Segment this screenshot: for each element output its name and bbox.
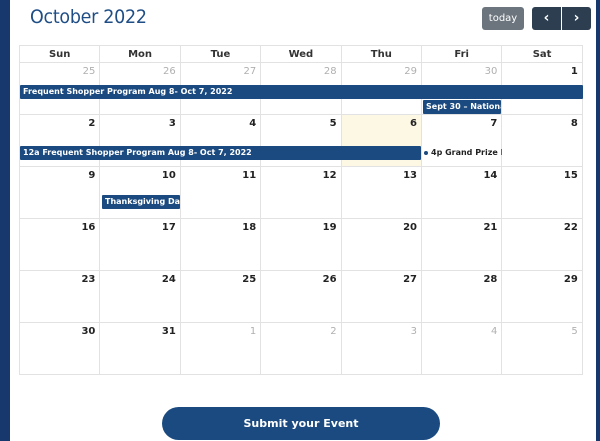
day-number[interactable]: 2 <box>330 326 336 337</box>
day-number[interactable]: 3 <box>169 118 176 129</box>
day-cell[interactable]: 2 <box>261 323 342 375</box>
day-number[interactable]: 21 <box>483 222 497 233</box>
day-cell[interactable]: 23 <box>20 271 101 323</box>
day-cell[interactable]: 30 <box>20 323 101 375</box>
day-cell[interactable]: 29 <box>502 271 583 323</box>
day-cell[interactable]: 12 <box>261 167 342 219</box>
day-number[interactable]: 25 <box>242 274 256 285</box>
day-number[interactable]: 15 <box>564 170 578 181</box>
day-cell[interactable]: 24 <box>100 271 181 323</box>
day-number[interactable]: 30 <box>485 66 498 77</box>
day-number[interactable]: 1 <box>571 66 578 77</box>
submit-event-button[interactable]: Submit your Event <box>162 407 440 440</box>
event-dot-icon <box>424 150 428 155</box>
weekday-header: Wed <box>261 46 342 63</box>
day-number[interactable]: 14 <box>483 170 497 181</box>
weekday-header: Mon <box>100 46 181 63</box>
day-cell[interactable]: 5 <box>502 323 583 375</box>
day-cell[interactable]: 28 <box>422 271 503 323</box>
chevron-right-icon: › <box>573 10 580 26</box>
day-cell[interactable]: 25 <box>180 271 262 323</box>
day-number[interactable]: 17 <box>162 222 176 233</box>
day-cell[interactable]: 20 <box>341 219 422 271</box>
day-number[interactable]: 19 <box>323 222 337 233</box>
day-number[interactable]: 10 <box>162 170 176 181</box>
weekday-header: Sat <box>502 46 583 63</box>
day-cell[interactable]: 27 <box>341 271 422 323</box>
day-cell[interactable]: 22 <box>502 219 583 271</box>
day-number[interactable]: 25 <box>83 66 96 77</box>
day-number[interactable]: 2 <box>88 118 95 129</box>
day-cell[interactable]: 4 <box>422 323 503 375</box>
day-cell[interactable]: 18 <box>180 219 262 271</box>
day-cell[interactable]: 17 <box>100 219 181 271</box>
day-number[interactable]: 6 <box>410 118 417 129</box>
day-number[interactable]: 18 <box>242 222 256 233</box>
day-number[interactable]: 27 <box>403 274 417 285</box>
weekday-header: Tue <box>180 46 262 63</box>
event-frequent-shopper-2[interactable]: 12a Frequent Shopper Program Aug 8- Oct … <box>20 146 421 160</box>
event-frequent-shopper[interactable]: Frequent Shopper Program Aug 8- Oct 7, 2… <box>20 85 583 99</box>
day-number[interactable]: 31 <box>162 326 176 337</box>
day-number[interactable]: 22 <box>564 222 578 233</box>
day-number[interactable]: 28 <box>324 66 337 77</box>
day-cell[interactable]: 14 <box>422 167 503 219</box>
day-number[interactable]: 27 <box>243 66 256 77</box>
day-cell[interactable]: 16 <box>20 219 101 271</box>
today-button[interactable]: today <box>482 7 524 30</box>
day-cell[interactable]: 21 <box>422 219 503 271</box>
day-number[interactable]: 29 <box>404 66 417 77</box>
day-number[interactable]: 5 <box>330 118 337 129</box>
day-cell[interactable]: 3 <box>341 323 422 375</box>
day-number[interactable]: 12 <box>323 170 337 181</box>
chevron-left-icon: ‹ <box>543 10 550 26</box>
day-number[interactable]: 3 <box>411 326 417 337</box>
day-number[interactable]: 4 <box>249 118 256 129</box>
day-cell[interactable]: 13 <box>341 167 422 219</box>
month-grid: Sun Mon Tue Wed Thu Fri Sat 25 26 27 28 29 30 1 2 3 4 5 6 7… <box>19 45 583 375</box>
calendar-title: October 2022 <box>30 6 147 28</box>
day-cell[interactable]: 19 <box>261 219 342 271</box>
day-number[interactable]: 23 <box>81 274 95 285</box>
day-cell[interactable]: 8 <box>502 115 583 167</box>
day-number[interactable]: 28 <box>483 274 497 285</box>
day-number[interactable]: 8 <box>571 118 578 129</box>
day-number[interactable]: 26 <box>163 66 176 77</box>
day-number[interactable]: 1 <box>250 326 256 337</box>
day-cell[interactable]: 26 <box>261 271 342 323</box>
day-number[interactable]: 5 <box>571 326 577 337</box>
day-number[interactable]: 26 <box>323 274 337 285</box>
day-number[interactable]: 29 <box>564 274 578 285</box>
day-number[interactable]: 24 <box>162 274 176 285</box>
day-cell[interactable]: 31 <box>100 323 181 375</box>
day-cell[interactable]: 15 <box>502 167 583 219</box>
day-number[interactable]: 20 <box>403 222 417 233</box>
next-month-button[interactable]: › <box>562 7 591 30</box>
weekday-header: Sun <box>20 46 101 63</box>
day-cell[interactable]: 10 <box>100 167 181 219</box>
event-thanksgiving[interactable]: Thanksgiving Day <box>102 195 180 209</box>
day-cell[interactable]: 9 <box>20 167 101 219</box>
event-grand-prize[interactable]: 4p Grand Prize I <box>424 146 502 160</box>
day-number[interactable]: 11 <box>242 170 256 181</box>
day-number[interactable]: 9 <box>88 170 95 181</box>
day-number[interactable]: 16 <box>81 222 95 233</box>
day-number[interactable]: 13 <box>403 170 417 181</box>
day-number[interactable]: 30 <box>81 326 95 337</box>
day-cell[interactable]: 1 <box>180 323 262 375</box>
weekday-header: Fri <box>422 46 503 63</box>
event-sept-30[interactable]: Sept 30 – Nationa <box>423 100 501 114</box>
prev-month-button[interactable]: ‹ <box>532 7 561 30</box>
day-number[interactable]: 7 <box>490 118 497 129</box>
day-cell[interactable]: 11 <box>180 167 262 219</box>
day-number[interactable]: 4 <box>491 326 497 337</box>
weekday-header: Thu <box>341 46 422 63</box>
